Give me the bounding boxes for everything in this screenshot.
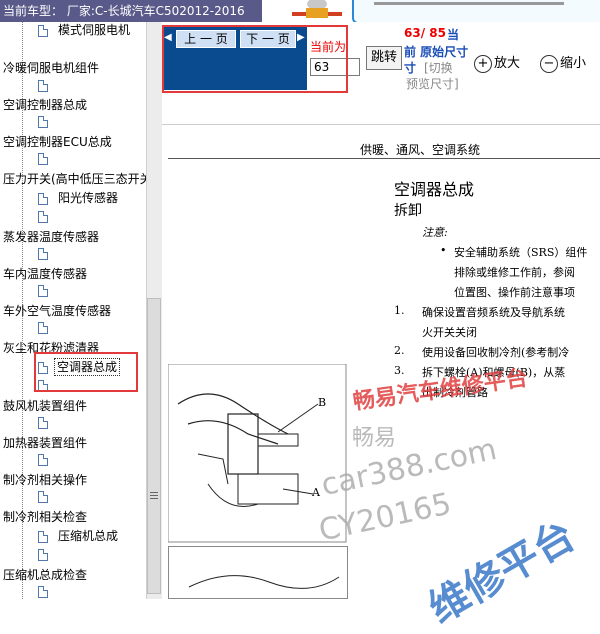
sidebar-item-refrigerant-ops[interactable]: 制冷剂相关操作 <box>3 472 87 488</box>
page-counter-suffix: 当 <box>447 28 460 42</box>
doc-bullet-2: 排除或维修工作前，参阅 <box>454 266 575 279</box>
document-icon <box>38 417 48 429</box>
diagram-2 <box>168 546 348 599</box>
document-icon <box>38 586 48 598</box>
sidebar-item-refrigerant-check[interactable]: 制冷剂相关检查 <box>3 509 87 525</box>
sidebar-item-blower[interactable]: 鼓风机装置组件 <box>3 398 87 414</box>
preview-size-link[interactable]: 预览尺寸] <box>406 75 459 92</box>
document-icon <box>38 454 48 466</box>
sidebar-item-temp-servo[interactable]: 冷暖伺服电机组件 <box>3 60 99 76</box>
document-icon <box>38 322 48 334</box>
ac-unit-diagram <box>168 364 347 543</box>
sidebar-item-sunlight-sensor[interactable]: 阳光传感器 <box>58 190 118 206</box>
doc-step-3: 拆下螺栓(A)和螺母(B)，从蒸 <box>422 366 566 379</box>
doc-subtitle: 拆卸 <box>394 203 422 219</box>
jump-button[interactable]: 跳转 <box>366 46 402 70</box>
zoom-out-button[interactable]: − 缩小 <box>540 52 586 73</box>
sidebar-item-evap-sensor[interactable]: 蒸发器温度传感器 <box>3 229 99 245</box>
page-counter: 63/ 85 <box>404 26 446 40</box>
document-icon <box>38 248 48 260</box>
sidebar-item-mode-servo[interactable]: 模式伺服电机 <box>58 22 130 38</box>
document-icon <box>38 549 48 561</box>
original-size-link[interactable]: 前 原始尺寸 <box>404 43 468 60</box>
doc-step-1: 确保设置音频系统及导航系统 <box>422 306 565 319</box>
zoom-in-button[interactable]: + 放大 <box>474 52 520 73</box>
doc-title: 空调器总成 <box>394 180 475 199</box>
document-icon <box>38 491 48 503</box>
sidebar-item-ambient-sensor[interactable]: 车外空气温度传感器 <box>3 303 111 319</box>
window-title: 当前车型： 厂家:C-长城汽车C502012-2016 <box>0 0 262 22</box>
doc-bullet: 安全辅助系统（SRS）组件 <box>454 246 588 259</box>
doc-header: 供暖、通风、空调系统 <box>360 143 481 157</box>
figure-label-a: A <box>312 486 320 499</box>
document-view[interactable]: 供暖、通风、空调系统 空调器总成 拆卸 注意: • 安全辅助系统（SRS）组件 … <box>162 96 600 599</box>
document-icon <box>38 25 48 37</box>
doc-bullet-3: 位置图、操作前注意事项 <box>454 286 575 299</box>
highlight-box <box>34 352 138 392</box>
figure-label-b: B <box>318 396 327 409</box>
sidebar-item-pressure-switch[interactable]: 压力开关(高中低压三态开关) <box>3 171 156 187</box>
document-icon <box>38 531 48 543</box>
zoom-in-icon: + <box>474 54 492 73</box>
sidebar-item-cabin-sensor[interactable]: 车内温度传感器 <box>3 266 87 282</box>
switch-link[interactable]: [切换 <box>424 59 453 76</box>
sidebar-item-ac-ecu[interactable]: 空调控制器ECU总成 <box>3 134 112 150</box>
sidebar-item-compressor[interactable]: 压缩机总成 <box>58 528 118 544</box>
mascot-icon <box>292 0 342 18</box>
document-icon <box>38 80 48 92</box>
document-icon <box>38 211 48 223</box>
document-icon <box>38 285 48 297</box>
sidebar-item-heater[interactable]: 加热器装置组件 <box>3 435 87 451</box>
document-icon <box>38 193 48 205</box>
nav-highlight-box <box>162 25 348 93</box>
banner-box <box>352 0 600 24</box>
sidebar-item-ac-controller[interactable]: 空调控制器总成 <box>3 97 87 113</box>
doc-note-label: 注意: <box>422 226 448 239</box>
document-icon <box>38 153 48 165</box>
zoom-out-icon: − <box>540 54 558 73</box>
sidebar-item-compressor-check[interactable]: 压缩机总成检查 <box>3 567 87 583</box>
sidebar-scroll-thumb[interactable] <box>147 298 161 594</box>
sidebar-tree[interactable]: 模式伺服电机 冷暖伺服电机组件 空调控制器总成 空调控制器ECU总成 压力开关(… <box>0 22 162 599</box>
document-icon <box>38 116 48 128</box>
doc-step-2: 使用设备回收制冷剂(参考制冷 <box>422 346 570 359</box>
